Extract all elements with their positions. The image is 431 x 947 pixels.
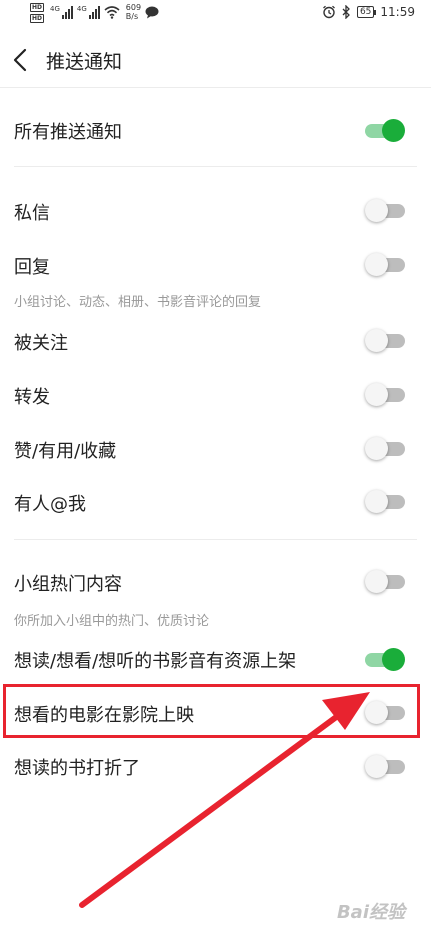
setting-label: 回复 — [14, 257, 50, 278]
status-right: 65 11:59 — [322, 5, 415, 19]
setting-label: 有人@我 — [14, 494, 86, 515]
toggle-switch[interactable] — [365, 329, 405, 352]
hd-icon: HD — [30, 3, 45, 12]
alarm-icon — [323, 5, 335, 19]
setting-label: 转发 — [14, 387, 50, 408]
network-speed: 609 B/s — [126, 3, 141, 21]
setting-row-group-hot[interactable]: 小组热门内容 你所加入小组中的热门、优质讨论 — [0, 562, 431, 629]
signal-icon: 4G — [77, 5, 100, 19]
network-speed-unit: B/s — [125, 12, 139, 21]
page-title: 推送通知 — [46, 51, 123, 73]
watermark: Bai经验 — [336, 902, 405, 923]
battery-icon: 65 — [356, 6, 377, 18]
network-type-label: 4G — [50, 5, 60, 13]
setting-row-all-push[interactable]: 所有推送通知 — [0, 110, 431, 150]
setting-label: 小组热门内容 — [14, 574, 122, 595]
status-time: 11:59 — [380, 5, 415, 19]
signal-icon: 4G — [50, 5, 73, 19]
setting-label: 被关注 — [14, 333, 68, 354]
setting-row-followed[interactable]: 被关注 — [0, 321, 431, 361]
toggle-switch[interactable] — [365, 570, 405, 593]
setting-description: 小组讨论、动态、相册、书影音评论的回复 — [14, 295, 262, 310]
setting-label: 想读的书打折了 — [14, 758, 140, 779]
setting-row-reply[interactable]: 回复 小组讨论、动态、相册、书影音评论的回复 — [0, 245, 431, 311]
toggle-switch[interactable] — [365, 437, 405, 460]
setting-description: 你所加入小组中的热门、优质讨论 — [14, 614, 210, 629]
setting-label: 私信 — [14, 203, 50, 224]
setting-label: 赞/有用/收藏 — [14, 441, 117, 462]
setting-row-repost[interactable]: 转发 — [0, 375, 431, 415]
hd-indicators: HD HD — [30, 3, 45, 23]
bluetooth-icon — [342, 5, 350, 19]
status-bar: HD HD 4G 4G 609 B/s 65 11:59 — [0, 0, 431, 28]
header: 推送通知 — [0, 33, 431, 88]
toggle-switch[interactable] — [365, 383, 405, 406]
setting-label: 所有推送通知 — [14, 122, 122, 143]
toggle-switch[interactable] — [365, 755, 405, 778]
toggle-switch[interactable] — [365, 119, 405, 142]
wifi-icon — [104, 6, 120, 19]
hd-icon: HD — [30, 14, 45, 23]
toggle-switch[interactable] — [365, 648, 405, 671]
toggle-switch[interactable] — [365, 490, 405, 513]
setting-row-wish-available[interactable]: 想读/想看/想听的书影音有资源上架 — [0, 639, 431, 679]
setting-row-private-message[interactable]: 私信 — [0, 191, 431, 231]
setting-row-like[interactable]: 赞/有用/收藏 — [0, 429, 431, 469]
network-speed-value: 609 — [125, 3, 142, 12]
setting-label: 想读/想看/想听的书影音有资源上架 — [14, 651, 297, 672]
network-type-label: 4G — [76, 5, 87, 13]
back-arrow-icon[interactable] — [10, 46, 34, 74]
message-icon — [145, 6, 159, 19]
divider — [14, 166, 417, 167]
toggle-switch[interactable] — [365, 199, 405, 222]
status-left: HD HD 4G 4G 609 B/s — [30, 3, 159, 23]
toggle-switch[interactable] — [365, 253, 405, 276]
highlight-box — [3, 684, 420, 738]
setting-row-book-discount[interactable]: 想读的书打折了 — [0, 746, 431, 786]
divider — [14, 539, 417, 540]
setting-row-mention[interactable]: 有人@我 — [0, 482, 431, 522]
